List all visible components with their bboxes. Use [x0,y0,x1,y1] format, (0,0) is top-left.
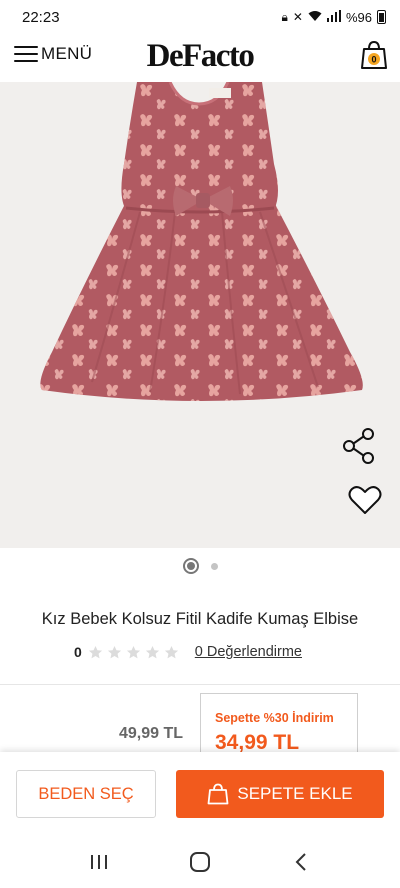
lock-icon: 🔒︎ [281,10,288,24]
mute-icon: ✕ [292,10,303,24]
menu-label: MENÜ [41,44,93,63]
recent-apps-icon [90,855,107,869]
cart-button[interactable]: 0 [360,40,388,70]
home-icon [189,852,210,872]
add-to-cart-label: SEPETE EKLE [237,784,353,803]
system-nav-bar [0,836,400,888]
recent-apps-button[interactable] [79,847,119,877]
carousel-indicator [0,556,400,576]
divider [0,684,400,685]
back-button[interactable] [281,847,321,877]
signal-icon [326,10,341,24]
product-photo [40,82,363,401]
app-header: MENÜ DeFacto 0 [0,34,400,82]
rating-row: 0 0 Değerlendirme [74,642,302,662]
star-icon [126,645,140,658]
menu-button[interactable]: MENÜ [14,44,92,64]
favorite-button[interactable] [345,480,385,520]
share-icon [343,428,374,464]
home-button[interactable] [180,847,220,877]
share-button[interactable] [339,426,379,466]
reviews-link[interactable]: 0 Değerlendirme [195,644,302,660]
status-time: 22:23 [22,8,60,26]
carousel-dot-active[interactable] [182,558,199,574]
cart-count: 0 [371,55,376,65]
status-bar: 22:23 🔒︎ ✕ %96 [0,0,400,34]
battery-icon [377,10,386,24]
old-price: 49,99 TL [119,725,184,742]
star-icon [107,645,121,658]
product-image-carousel[interactable] [0,82,400,548]
add-to-cart-button[interactable]: SEPETE EKLE [176,770,384,818]
shopping-bag-icon: 0 [361,40,387,69]
select-size-button[interactable]: BEDEN SEÇ [16,770,156,818]
status-icons: 🔒︎ ✕ %96 [282,10,386,25]
hamburger-icon [14,46,38,62]
action-bar: BEDEN SEÇ SEPETE EKLE [0,752,400,836]
rating-value: 0 [74,644,82,660]
promo-label: Sepette %30 İndirim [215,711,334,725]
star-icon [145,645,159,658]
shopping-bag-icon [207,783,229,805]
battery-percent: %96 [345,9,372,25]
rating-stars [88,645,179,660]
star-icon [88,645,102,658]
product-title: Kız Bebek Kolsuz Fitil Kadife Kumaş Elbi… [41,610,359,628]
back-icon [295,853,307,871]
star-icon [164,645,178,658]
heart-icon [348,486,382,514]
wifi-icon [308,10,322,24]
carousel-dot[interactable] [210,562,218,570]
